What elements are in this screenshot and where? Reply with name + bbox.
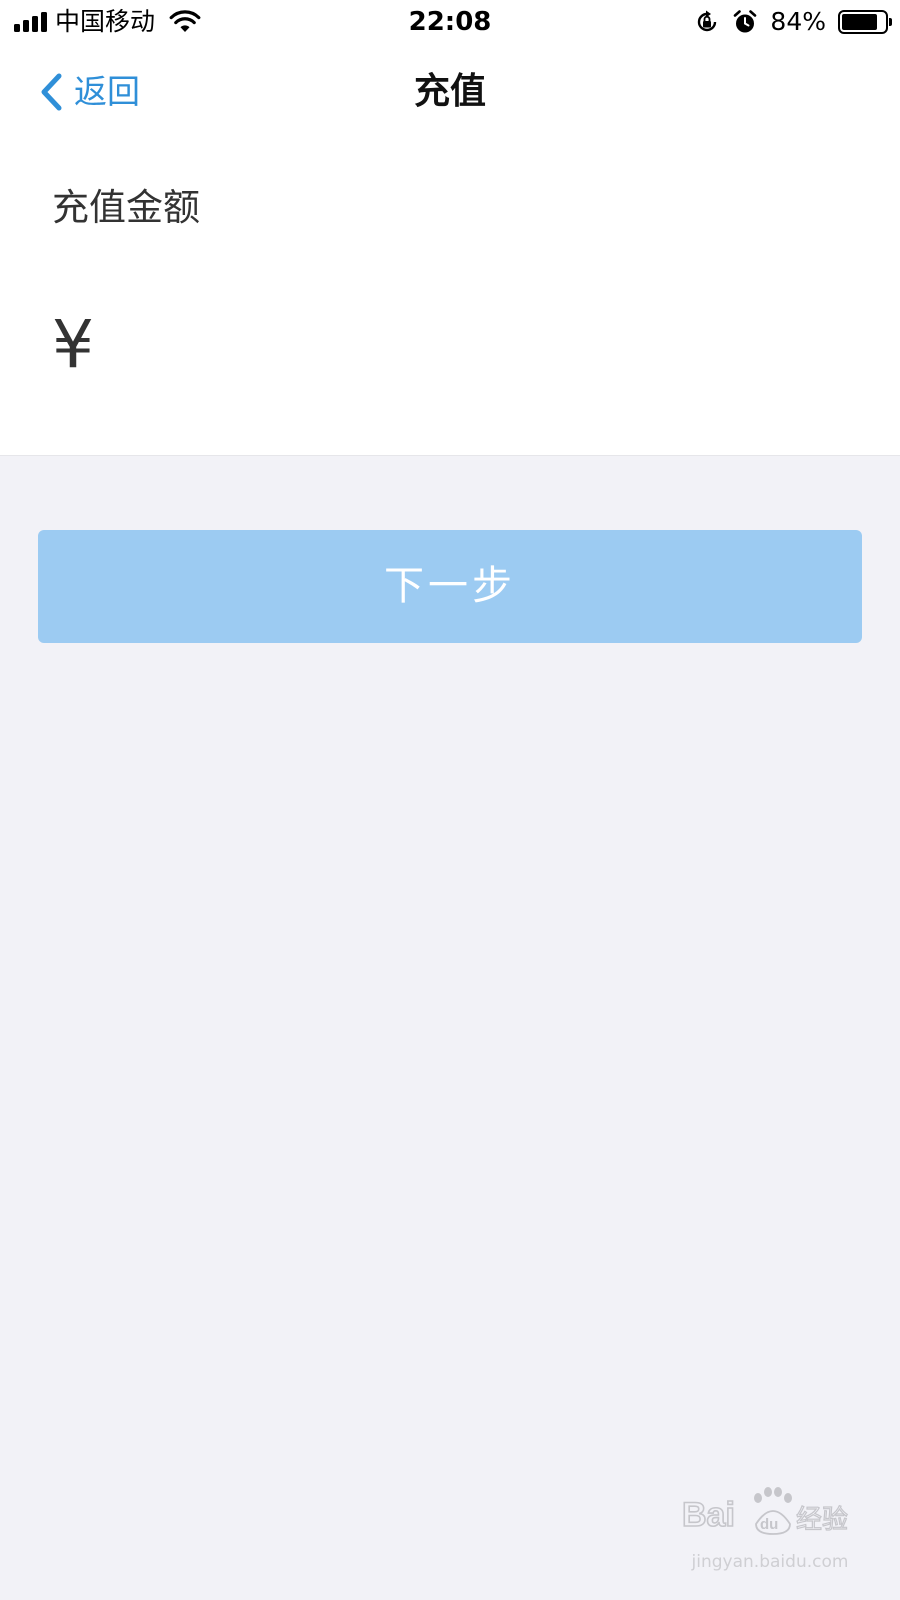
recharge-screen: 中国移动 22:08 84% 返回 充值 充值金额 ¥ 下一步 Bai du 经… <box>0 0 900 1600</box>
battery-icon <box>838 10 892 34</box>
alarm-icon <box>734 10 757 33</box>
baidu-jingyan-logo: Bai du 经验 <box>681 1487 849 1536</box>
currency-symbol: ¥ <box>52 306 94 383</box>
svg-text:du: du <box>760 1516 778 1533</box>
status-right: 84% <box>694 6 892 38</box>
amount-input[interactable] <box>114 300 814 390</box>
rotation-lock-icon <box>698 10 717 32</box>
battery-percent: 84% <box>770 7 826 36</box>
svg-text:Bai: Bai <box>682 1496 735 1534</box>
nav-bar: 返回 充值 <box>0 48 900 136</box>
status-bar: 中国移动 22:08 84% <box>0 0 900 44</box>
watermark: Bai du 经验 jingyan.baidu.com <box>680 1484 860 1574</box>
battery-cap <box>889 18 892 26</box>
watermark-url: jingyan.baidu.com <box>691 1552 849 1572</box>
page-title: 充值 <box>413 71 486 112</box>
amount-label: 充值金额 <box>52 186 200 229</box>
amount-row: ¥ <box>0 290 900 400</box>
svg-text:经验: 经验 <box>796 1505 848 1535</box>
battery-fill <box>842 14 878 30</box>
next-step-button[interactable]: 下一步 <box>38 530 862 643</box>
